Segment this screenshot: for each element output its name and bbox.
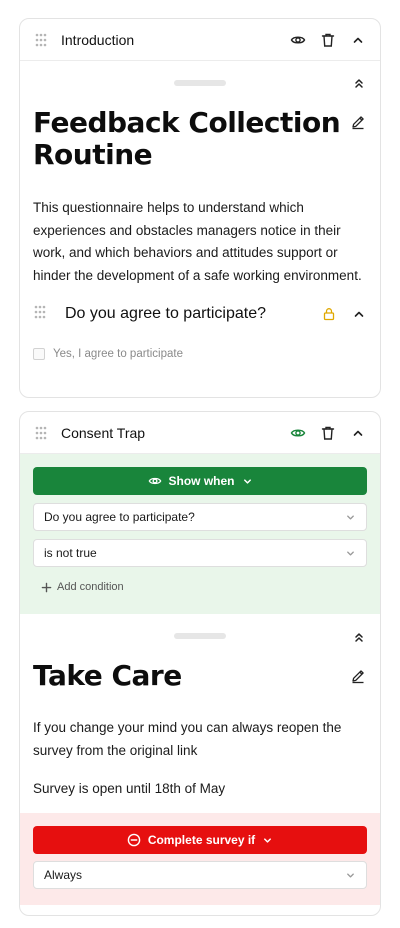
condition-question-select[interactable]: Do you agree to participate? xyxy=(33,503,367,531)
condition-operator-select[interactable]: is not true xyxy=(33,539,367,567)
eye-icon[interactable] xyxy=(289,31,307,49)
card-header-title: Introduction xyxy=(61,31,135,48)
drag-pill[interactable] xyxy=(174,80,226,86)
page-title: Feedback Collection Routine xyxy=(33,106,341,171)
eye-visible-icon[interactable] xyxy=(289,424,307,442)
edit-pencil-icon[interactable] xyxy=(350,668,366,689)
show-when-label: Show when xyxy=(168,474,235,488)
minus-circle-icon xyxy=(127,833,141,847)
chevron-up-icon[interactable] xyxy=(349,31,367,49)
complete-survey-label: Complete survey if xyxy=(147,833,256,847)
question-chevron-up-icon[interactable] xyxy=(352,307,366,321)
show-when-eye-icon xyxy=(148,474,162,488)
drag-handle-icon[interactable] xyxy=(33,425,49,441)
select-chevron-down-icon xyxy=(345,512,356,523)
condition-operator-value: is not true xyxy=(44,546,97,560)
lock-icon[interactable] xyxy=(322,307,336,321)
consent-trap-card-header: Consent Trap xyxy=(20,412,380,454)
consent-checkbox[interactable] xyxy=(33,348,45,360)
question-row: Do you agree to participate? xyxy=(33,303,366,325)
complete-condition-select[interactable]: Always xyxy=(33,861,367,889)
question-drag-handle-icon[interactable] xyxy=(33,305,49,324)
add-condition-button[interactable]: Add condition xyxy=(41,581,124,593)
consent-option-label: Yes, I agree to participate xyxy=(53,348,183,360)
introduction-card: Introduction Feedback Collection Routine… xyxy=(19,18,381,398)
add-condition-label: Add condition xyxy=(57,581,124,593)
select-chevron-down-icon xyxy=(345,548,356,559)
collapse-double-chevron-icon[interactable] xyxy=(352,630,366,649)
complete-survey-section: Complete survey if Always xyxy=(20,813,380,905)
complete-chevron-down-icon xyxy=(262,835,273,846)
drag-handle-icon[interactable] xyxy=(33,32,49,48)
show-when-section: Show when Do you agree to participate? i… xyxy=(20,454,380,614)
collapse-double-chevron-icon[interactable] xyxy=(352,76,366,95)
complete-condition-value: Always xyxy=(44,868,83,882)
drag-pill-row xyxy=(20,633,380,639)
take-care-paragraph-2: Survey is open until 18th of May xyxy=(33,781,226,796)
condition-question-value: Do you agree to participate? xyxy=(44,510,195,524)
plus-icon xyxy=(41,582,52,593)
intro-description: This questionnaire helps to understand w… xyxy=(33,200,362,283)
take-care-paragraph-1: If you change your mind you can always r… xyxy=(33,720,342,758)
show-when-button[interactable]: Show when xyxy=(33,467,367,495)
trash-icon[interactable] xyxy=(319,31,337,49)
complete-survey-if-button[interactable]: Complete survey if xyxy=(33,826,367,854)
show-when-chevron-down-icon xyxy=(242,476,253,487)
chevron-up-icon[interactable] xyxy=(349,424,367,442)
consent-checkbox-option[interactable]: Yes, I agree to participate xyxy=(33,348,183,360)
select-chevron-down-icon xyxy=(345,870,356,881)
introduction-card-header: Introduction xyxy=(20,19,380,61)
consent-trap-card: Consent Trap Show when Do you agree to p… xyxy=(19,411,381,916)
drag-pill-row xyxy=(20,80,380,86)
question-label: Do you agree to participate? xyxy=(65,305,267,322)
section-title: Take Care xyxy=(33,659,182,692)
drag-pill[interactable] xyxy=(174,633,226,639)
edit-pencil-icon[interactable] xyxy=(350,114,366,135)
trash-icon[interactable] xyxy=(319,424,337,442)
card-header-title: Consent Trap xyxy=(61,424,146,441)
